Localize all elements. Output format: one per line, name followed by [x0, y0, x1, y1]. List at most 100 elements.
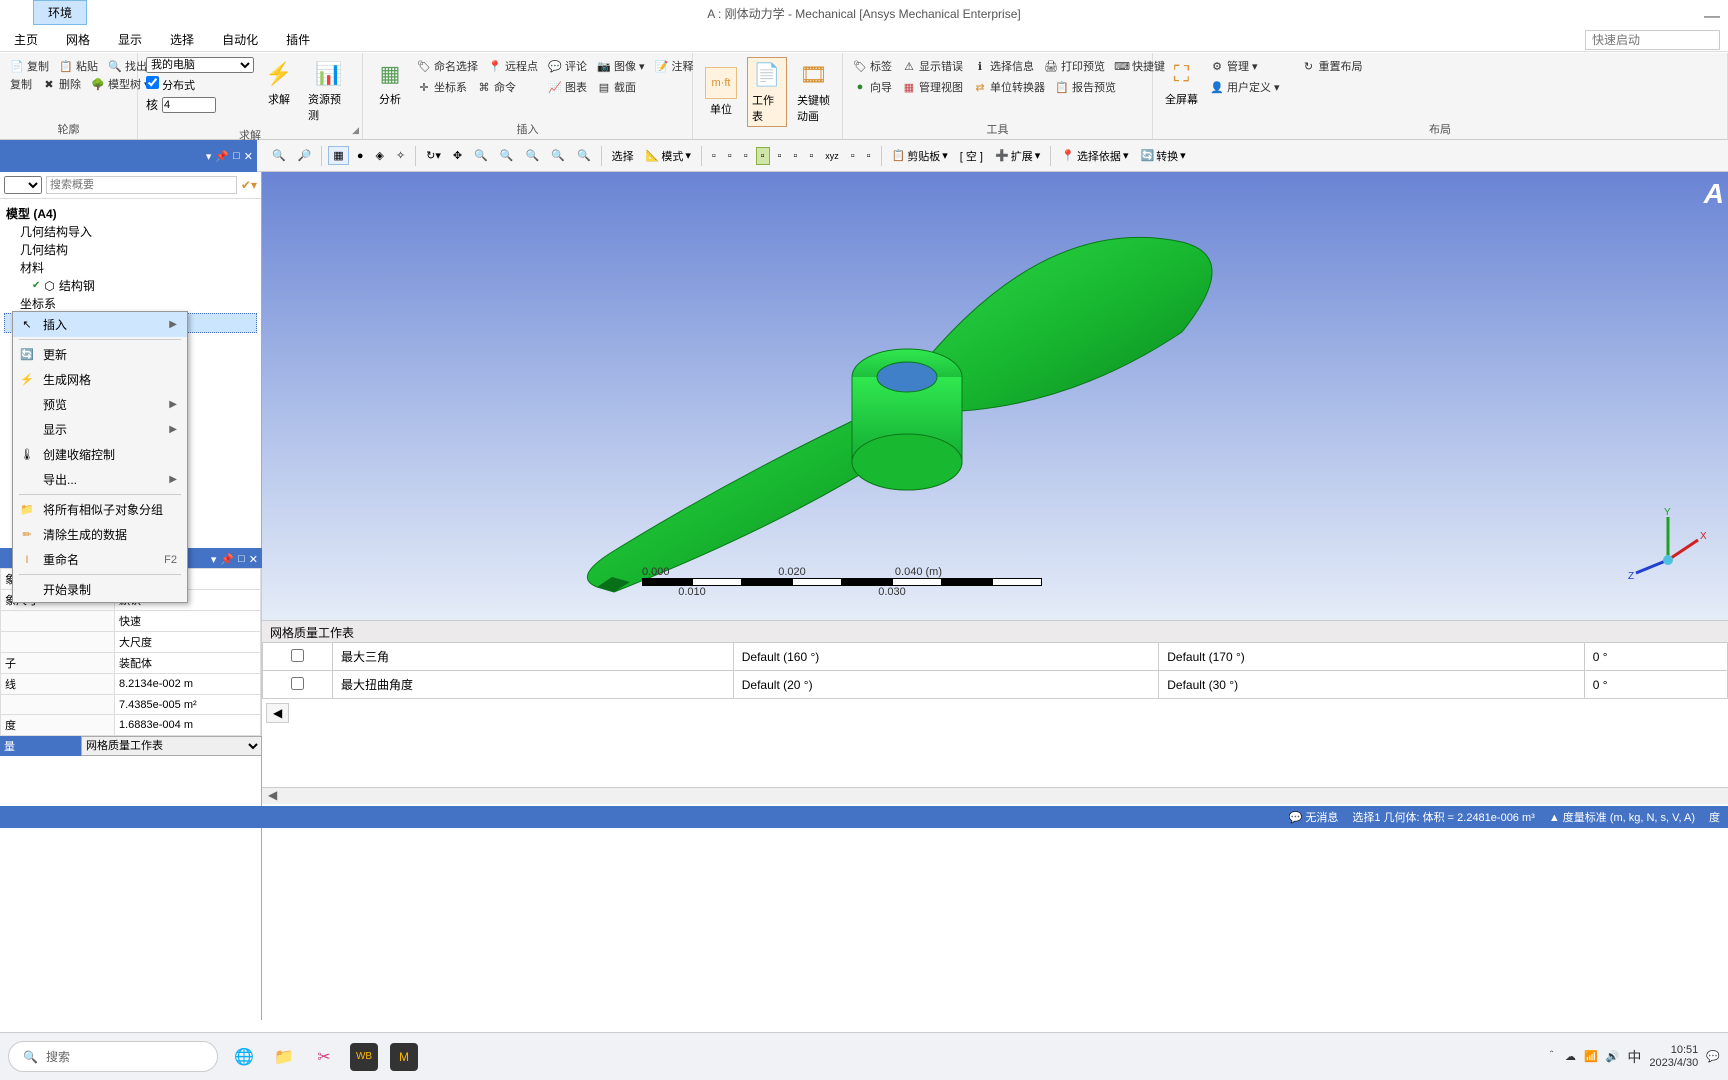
- viewport-3d[interactable]: A 0.000 0.020 0.040 (m) 0.010 0.030 X Y …: [262, 172, 1728, 620]
- pan-icon[interactable]: ✥: [449, 147, 466, 164]
- tag-button[interactable]: 🏷标签: [851, 57, 894, 75]
- solve-dialog-launcher[interactable]: ◢: [352, 125, 359, 136]
- scroll-left-icon[interactable]: ◀: [262, 788, 283, 802]
- wizard-button[interactable]: ●向导: [851, 78, 894, 96]
- props-pin-icon[interactable]: 📌: [220, 553, 234, 566]
- sel-wire-icon[interactable]: ▫: [847, 148, 859, 164]
- report-preview-button[interactable]: 📋报告预览: [1053, 78, 1118, 96]
- outline-search-dropdown-icon[interactable]: ✔▾: [241, 178, 257, 192]
- command-button[interactable]: ⌘命令: [475, 78, 518, 96]
- table-row[interactable]: 最大三角 Default (160 °) Default (170 °) 0 °: [263, 643, 1728, 671]
- keyframe-button[interactable]: 🎞关键帧动画: [793, 58, 834, 126]
- tree-model[interactable]: 模型 (A4): [4, 205, 257, 223]
- prop-row[interactable]: 7.4385e-005 m²: [1, 695, 261, 715]
- sel-edge-icon[interactable]: ▫: [724, 148, 736, 164]
- reset-layout-button[interactable]: ↻重置布局: [1300, 57, 1365, 75]
- tray-notifications-icon[interactable]: 💬: [1706, 1050, 1720, 1063]
- outline-filter-combo[interactable]: [4, 176, 42, 194]
- tree-structural-steel[interactable]: ✔⬡结构钢: [4, 277, 257, 295]
- ctx-generate-mesh[interactable]: ⚡生成网格: [13, 367, 187, 392]
- solve-button[interactable]: ⚡求解: [260, 57, 298, 109]
- images-button[interactable]: 📷图像▾: [595, 57, 647, 75]
- show-errors-button[interactable]: ⚠显示错误: [900, 57, 965, 75]
- delete-button[interactable]: ✖删除: [40, 75, 83, 93]
- ctx-rename[interactable]: I重命名F2: [13, 547, 187, 572]
- model-propeller[interactable]: [542, 182, 1242, 602]
- ctx-display[interactable]: 显示▶: [13, 417, 187, 442]
- paste-button[interactable]: 📋粘贴: [57, 57, 100, 75]
- prop-row[interactable]: 快速: [1, 611, 261, 632]
- wireframe-icon[interactable]: ◈: [371, 147, 387, 164]
- snipping-icon[interactable]: ✂: [310, 1043, 338, 1071]
- tree-geometry[interactable]: 几何结构: [4, 241, 257, 259]
- mode-dropdown[interactable]: 📐 模式▾: [642, 146, 695, 166]
- box-icon[interactable]: ▦: [328, 146, 348, 165]
- ctx-shrink-control[interactable]: 🌡创建收缩控制: [13, 442, 187, 467]
- fullscreen-button[interactable]: ⛶全屏幕: [1161, 57, 1202, 109]
- tray-chevron-icon[interactable]: ＾: [1546, 1049, 1557, 1065]
- outline-dropdown-icon[interactable]: ▾: [206, 150, 212, 163]
- sphere-icon[interactable]: ●: [353, 148, 368, 164]
- sel-elem-icon[interactable]: ▫: [789, 148, 801, 164]
- outline-close-icon[interactable]: ✕: [244, 150, 253, 163]
- mesh-quality-combo[interactable]: 网格质量工作表: [81, 736, 262, 756]
- menu-mesh[interactable]: 网格: [52, 28, 104, 51]
- sel-face-icon[interactable]: ▫: [740, 148, 752, 164]
- zoom-window-icon[interactable]: 🔍: [496, 147, 518, 164]
- menu-select[interactable]: 选择: [156, 28, 208, 51]
- unit-converter-button[interactable]: ⇄单位转换器: [971, 78, 1047, 96]
- ctx-insert[interactable]: ↖插入▶: [13, 312, 187, 337]
- outline-pin-icon[interactable]: 📌: [215, 150, 229, 163]
- sel-vertex-icon[interactable]: ▫: [708, 148, 720, 164]
- section-plane-button[interactable]: ▤截面: [595, 78, 638, 96]
- worksheet-button[interactable]: 📄工作表: [747, 57, 787, 127]
- print-preview-button[interactable]: 🖨打印预览: [1042, 57, 1107, 75]
- analysis-button[interactable]: ▦分析: [371, 57, 409, 109]
- ctx-export[interactable]: 导出...▶: [13, 467, 187, 492]
- row-checkbox[interactable]: [291, 677, 304, 690]
- scroll-left-button[interactable]: ◀: [266, 703, 289, 723]
- zoom-extents-icon[interactable]: 🔍: [522, 147, 544, 164]
- prop-row[interactable]: 大尺度: [1, 632, 261, 653]
- zoom-next-icon[interactable]: 🔍: [573, 147, 595, 164]
- sel-all-icon[interactable]: ▫: [805, 148, 817, 164]
- status-metric[interactable]: ▲ 度量标准 (m, kg, N, s, V, A): [1549, 809, 1695, 825]
- convert-dropdown[interactable]: 🔄 转换▾: [1136, 146, 1189, 166]
- ctx-clear-generated[interactable]: ✏清除生成的数据: [13, 522, 187, 547]
- tray-wifi-icon[interactable]: 📶: [1584, 1050, 1598, 1063]
- tray-volume-icon[interactable]: 🔊: [1606, 1050, 1620, 1063]
- tree-materials[interactable]: 材料: [4, 259, 257, 277]
- clipboard-dropdown[interactable]: 📋 剪贴板▾: [888, 146, 952, 166]
- table-row[interactable]: 最大扭曲角度 Default (20 °) Default (30 °) 0 °: [263, 671, 1728, 699]
- tray-ime[interactable]: 中: [1627, 1047, 1641, 1067]
- sel-xyz-icon[interactable]: xyz: [821, 149, 843, 163]
- tray-clock[interactable]: 10:51 2023/4/30: [1649, 1044, 1698, 1070]
- explode-icon[interactable]: ✧: [392, 147, 409, 164]
- workbench-icon[interactable]: WB: [350, 1043, 378, 1071]
- remote-point-button[interactable]: 📍远程点: [486, 57, 540, 75]
- user-defined-button[interactable]: 👤用户定义▾: [1208, 78, 1282, 96]
- ctx-group-similar[interactable]: 📁将所有相似子对象分组: [13, 497, 187, 522]
- tree-geometry-import[interactable]: 几何结构导入: [4, 223, 257, 241]
- tray-onedrive-icon[interactable]: ☁: [1565, 1050, 1576, 1063]
- units-button[interactable]: m·ft单位: [701, 65, 741, 119]
- menu-automation[interactable]: 自动化: [208, 28, 272, 51]
- prop-row[interactable]: 子装配体: [1, 653, 261, 674]
- ctx-update[interactable]: 🔄更新: [13, 342, 187, 367]
- props-dropdown-icon[interactable]: ▾: [211, 553, 217, 566]
- zoom-out-icon[interactable]: 🔍: [268, 147, 290, 164]
- solver-host-combo[interactable]: 我的电脑: [146, 57, 254, 73]
- named-selection-button[interactable]: 🏷命名选择: [415, 57, 480, 75]
- coordinate-system-button[interactable]: ✛坐标系: [415, 78, 469, 96]
- manage-views-button[interactable]: ▦管理视图: [900, 78, 965, 96]
- quick-start-input[interactable]: [1585, 30, 1720, 50]
- explorer-icon[interactable]: 📁: [270, 1043, 298, 1071]
- tab-context[interactable]: 环境: [33, 0, 87, 25]
- cores-input[interactable]: [162, 97, 216, 113]
- menu-addons[interactable]: 插件: [272, 28, 324, 51]
- expand-dropdown[interactable]: ➕ 扩展▾: [991, 146, 1044, 166]
- zoom-in-icon[interactable]: 🔎: [294, 147, 316, 164]
- prop-row[interactable]: 度1.6883e-004 m: [1, 715, 261, 736]
- select-label[interactable]: 选择: [608, 146, 638, 166]
- annotation-button[interactable]: 📝注释: [653, 57, 696, 75]
